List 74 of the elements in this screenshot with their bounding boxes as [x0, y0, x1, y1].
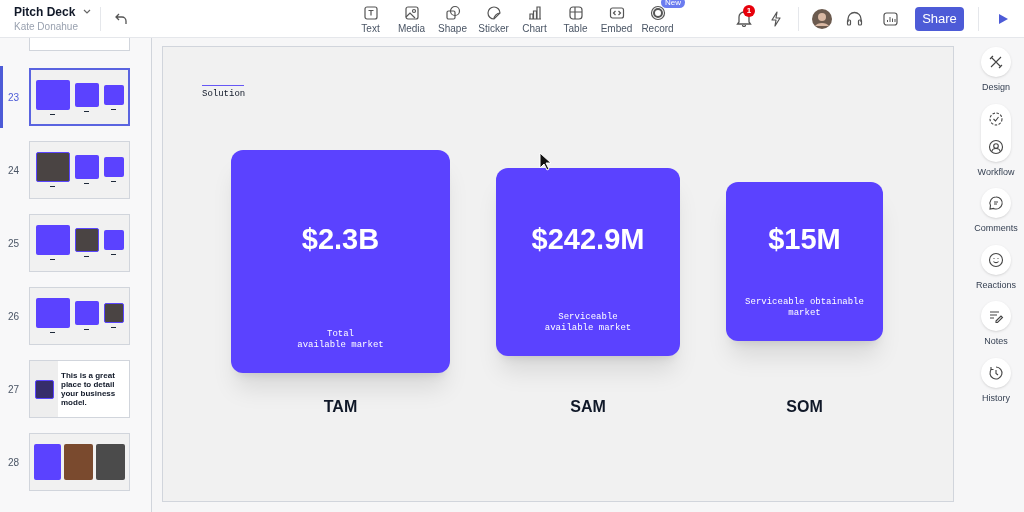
photo-placeholder: [35, 152, 70, 182]
smiley-icon: [988, 251, 1004, 268]
shapes-icon: [444, 4, 461, 21]
avatar-icon[interactable]: [812, 8, 832, 29]
mini-card: [35, 225, 70, 255]
media-tool-button[interactable]: Media: [391, 0, 432, 38]
sticker-tool-button[interactable]: Sticker: [473, 0, 514, 38]
undo-icon[interactable]: [115, 12, 128, 25]
mini-card: [35, 298, 70, 328]
analytics-icon[interactable]: [883, 11, 898, 26]
slide-number: 23: [7, 90, 21, 105]
market-label: TAM: [323, 397, 358, 417]
table-icon: [567, 4, 584, 21]
document-title: Pitch Deck: [14, 4, 76, 20]
play-icon[interactable]: [999, 13, 1008, 24]
photo-placeholder: [64, 444, 94, 480]
lightning-icon[interactable]: [770, 10, 782, 27]
slide-number: 27: [7, 382, 21, 397]
chart-tool-button[interactable]: Chart: [514, 0, 555, 38]
comments-panel-button[interactable]: Comments: [974, 188, 1018, 236]
mini-card: [103, 85, 124, 105]
code-icon: [608, 4, 625, 21]
document-owner: Kate Donahue: [14, 19, 79, 33]
embed-tool-button[interactable]: Embed: [596, 0, 637, 38]
market-caption: Serviceable obtainable market: [745, 297, 864, 319]
dashed-check-circle-icon: [988, 110, 1004, 127]
mouse-cursor-icon: [539, 152, 551, 171]
bar-chart-icon: [526, 4, 543, 21]
photo-placeholder: [96, 444, 125, 480]
market-caption: Serviceable available market: [544, 311, 632, 334]
slide-thumbnail[interactable]: [29, 68, 130, 126]
reactions-panel-button[interactable]: Reactions: [976, 244, 1016, 292]
headphones-icon[interactable]: [846, 10, 863, 27]
mini-card: [74, 301, 99, 325]
new-badge: New: [661, 0, 685, 8]
slide-heading: Solution: [202, 88, 246, 101]
mini-card: [103, 157, 124, 177]
market-value: $15M: [768, 221, 841, 257]
record-icon: [649, 4, 666, 21]
mini-card: [103, 230, 124, 250]
text-icon: [362, 4, 379, 21]
market-value: $242.9M: [531, 221, 645, 257]
sticker-icon: [485, 4, 502, 21]
shape-tool-button[interactable]: Shape: [432, 0, 473, 38]
slide-number: 26: [7, 309, 21, 324]
chevron-down-icon[interactable]: [83, 9, 92, 15]
market-value: $2.3B: [301, 221, 380, 257]
slide-number: 28: [7, 455, 21, 470]
thumbnail-text: This is a great place to detail your business model.: [61, 371, 117, 407]
slide-number: 25: [7, 236, 21, 251]
mini-card: [34, 379, 54, 399]
photo-placeholder: [103, 303, 124, 323]
mini-card: [35, 80, 70, 110]
market-label: SAM: [570, 397, 606, 417]
comment-icon: [988, 195, 1004, 211]
slide-thumbnail[interactable]: This is a great place to detail your business model.: [29, 360, 130, 418]
history-clock-icon: [988, 364, 1004, 381]
mini-card: [34, 444, 62, 480]
slide-number: 24: [7, 163, 21, 178]
bell-icon[interactable]: [736, 10, 752, 27]
selection-indicator: [0, 66, 3, 128]
table-tool-button[interactable]: Table: [555, 0, 596, 38]
mini-card: [74, 155, 99, 179]
photo-placeholder: [74, 228, 99, 252]
share-button[interactable]: Share: [915, 6, 964, 31]
notes-pen-icon: [988, 308, 1004, 324]
user-circle-icon: [988, 138, 1004, 155]
text-tool-button[interactable]: Text: [350, 0, 391, 38]
image-icon: [403, 4, 420, 21]
mini-card: [74, 83, 99, 107]
market-label: SOM: [786, 397, 823, 417]
market-caption: Total available market: [297, 329, 384, 351]
design-tools-icon: [988, 54, 1004, 70]
notification-badge: 1: [743, 5, 755, 17]
